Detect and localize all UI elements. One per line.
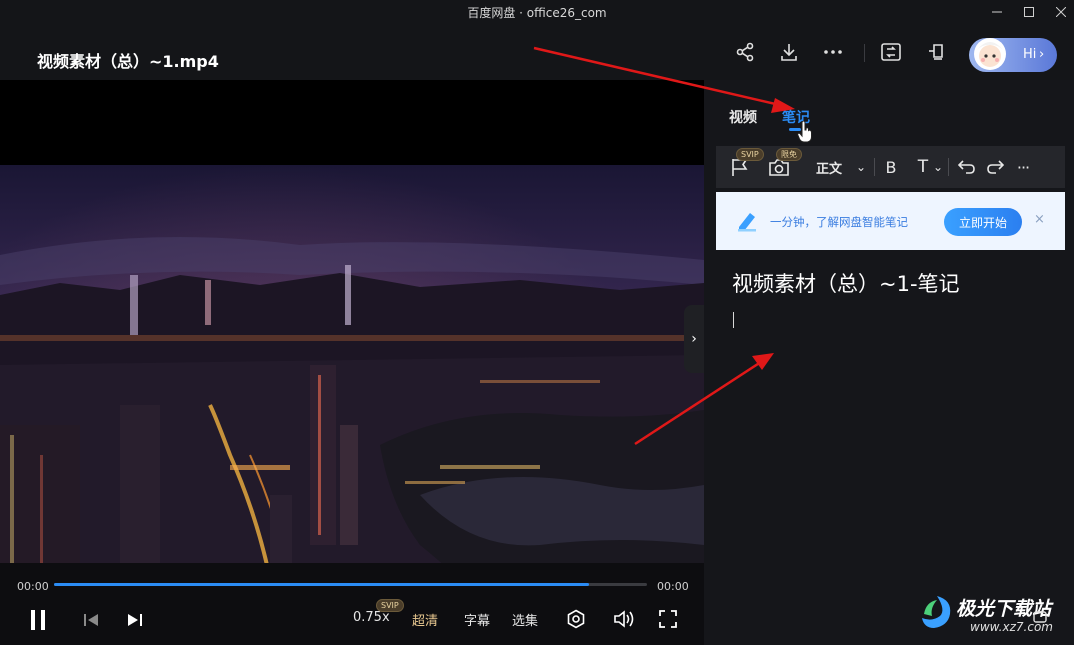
current-time: 00:00	[17, 580, 49, 593]
fullscreen-icon[interactable]	[657, 608, 679, 630]
player-controls: 00:00 00:00 0.75x SVIP 超清 字幕 选集	[0, 563, 704, 645]
panel-toggle-button[interactable]: ›	[684, 305, 704, 373]
window-title-bar: 百度网盘 · office26_com	[0, 0, 1074, 24]
download-icon[interactable]	[777, 40, 801, 64]
assistant-avatar-icon	[974, 38, 1006, 70]
smart-notes-banner: 一分钟，了解网盘智能笔记 立即开始 ×	[716, 192, 1065, 250]
note-title[interactable]: 视频素材（总）~1-笔记	[732, 268, 960, 298]
free-badge: 限免	[776, 148, 802, 161]
pause-icon[interactable]	[26, 607, 50, 633]
redo-icon[interactable]	[984, 146, 1006, 188]
chevron-down-icon[interactable]: ⌄	[932, 146, 944, 188]
progress-bar[interactable]	[54, 583, 647, 586]
next-icon[interactable]	[124, 609, 146, 631]
toolbar-divider	[874, 146, 875, 188]
text-cursor	[733, 312, 734, 328]
banner-close-icon[interactable]: ×	[1034, 212, 1045, 227]
share-icon[interactable]	[733, 40, 757, 64]
tab-video[interactable]: 视频	[729, 107, 757, 127]
quality-button[interactable]: 超清	[412, 610, 438, 629]
chevron-right-icon: ›	[1039, 47, 1045, 62]
pen-icon	[738, 213, 756, 232]
volume-icon[interactable]	[612, 608, 636, 630]
window-title: 百度网盘 · office26_com	[467, 6, 607, 20]
minimize-icon[interactable]	[984, 2, 1010, 22]
hand-cursor-icon	[797, 121, 812, 143]
total-time: 00:00	[657, 580, 689, 593]
undo-icon[interactable]	[956, 146, 978, 188]
hi-label: Hi	[1023, 47, 1037, 62]
svip-badge: SVIP	[736, 148, 764, 161]
editor-toolbar: SVIP 限免 正文 ⌄ B T ⌄ ···	[716, 146, 1065, 188]
maximize-icon[interactable]	[1016, 2, 1042, 22]
subtitle-button[interactable]: 字幕	[464, 610, 490, 629]
player-header: 视频素材（总）~1.mp4 Hi ›	[0, 24, 1074, 80]
corner-icon	[1033, 611, 1047, 623]
watermark-logo-icon	[922, 596, 951, 628]
pin-icon[interactable]	[924, 40, 948, 64]
more-icon[interactable]: ···	[1010, 146, 1036, 188]
site-watermark: 极光下载站 www.xz7.com	[918, 590, 1074, 645]
format-dropdown[interactable]: 正文	[814, 146, 844, 188]
toolbar-divider	[864, 44, 865, 62]
bold-icon[interactable]: B	[882, 146, 900, 188]
text-style-icon[interactable]: T	[914, 146, 932, 188]
hi-assistant-button[interactable]: Hi ›	[969, 38, 1057, 72]
episodes-button[interactable]: 选集	[512, 610, 538, 629]
progress-fill	[54, 583, 589, 586]
chevron-right-icon: ›	[691, 331, 697, 347]
settings-icon[interactable]	[565, 608, 587, 630]
video-player[interactable]	[0, 80, 704, 645]
svip-badge: SVIP	[376, 599, 404, 612]
toolbar-divider	[948, 146, 949, 188]
previous-icon[interactable]	[80, 609, 102, 631]
screen-switch-icon[interactable]	[879, 40, 903, 64]
more-icon[interactable]	[821, 40, 845, 64]
start-now-button[interactable]: 立即开始	[944, 208, 1022, 236]
speed-button[interactable]: 0.75x	[353, 610, 390, 625]
file-name: 视频素材（总）~1.mp4	[37, 52, 219, 71]
close-icon[interactable]	[1048, 2, 1074, 22]
chevron-down-icon[interactable]: ⌄	[854, 146, 868, 188]
banner-text: 一分钟，了解网盘智能笔记	[770, 215, 908, 229]
